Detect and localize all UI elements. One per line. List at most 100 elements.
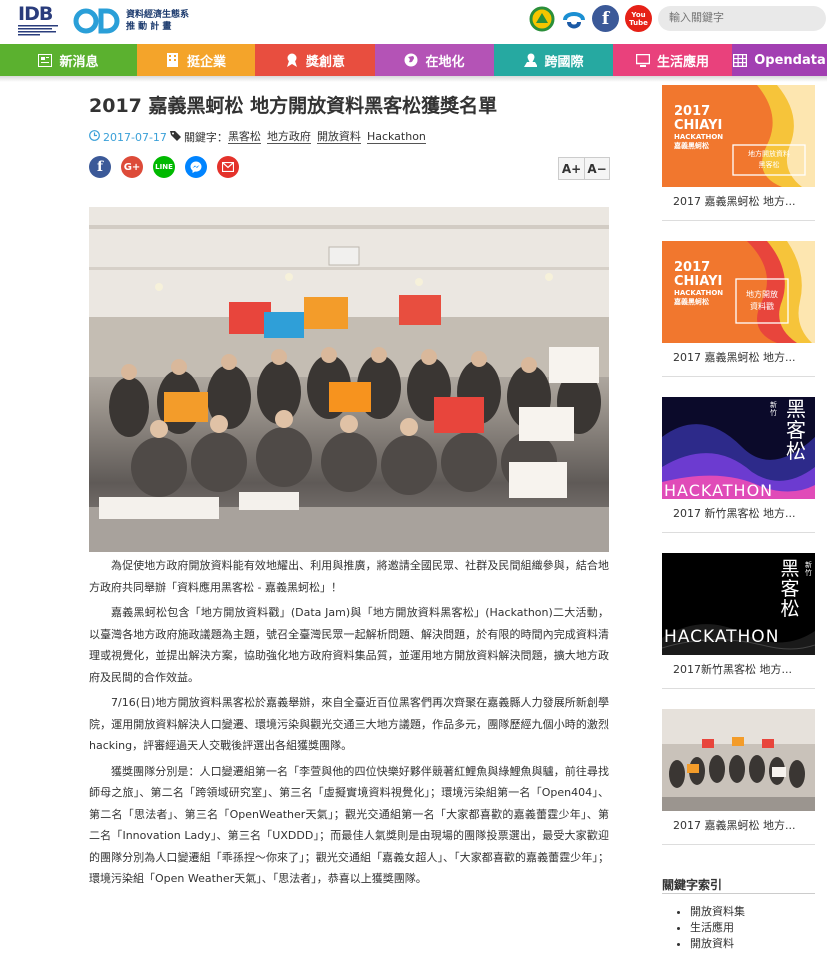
poster-title: 2017 CHIAYI HACKATHON 嘉義黑蚵松 (674, 105, 723, 151)
article-body: 為促使地方政府開放資料能有效地耀出、利用與推廣，將邀請全國民眾、社群及民間組織參… (89, 555, 609, 894)
related-card[interactable]: 2017 嘉義黑蚵松 地方... (662, 709, 815, 845)
nav-item-local[interactable]: 在地化 (375, 44, 494, 76)
nav-label: 挺企業 (186, 54, 226, 70)
nav-label: 在地化 (425, 54, 465, 70)
line-share-icon[interactable]: LINE (153, 156, 175, 178)
messenger-bubble (190, 161, 202, 173)
related-thumbnail: 黑客松 新竹 HACKATHON (662, 397, 815, 499)
poster-city: CHIAYI (674, 118, 723, 133)
poster-big-text: 黑客松 (780, 558, 800, 620)
keyword-index-title: 關鍵字索引 (662, 878, 723, 892)
map-icon (523, 53, 538, 67)
od-program-line-1: 資料經濟生態系 (126, 10, 190, 20)
od-program-line-2: 推 動 計 畫 (126, 22, 172, 32)
article-meta: 2017-07-17 關鍵字： 黑客松 地方政府 開放資料 Hackathon (89, 129, 426, 145)
poster-city: CHIAYI (674, 274, 723, 289)
keyword-index-item[interactable]: 生活應用 (690, 920, 745, 936)
share-bar: f G+ LINE (89, 156, 239, 178)
related-card[interactable]: 黑客松 新竹 HACKATHON 2017新竹黑客松 地方... (662, 553, 815, 689)
nav-item-opendata[interactable]: Opendata (732, 44, 827, 76)
nav-item-news[interactable]: 新消息 (0, 44, 137, 76)
idb-logo-subtext (18, 24, 64, 37)
poster-big-text: 黑客松 (786, 397, 806, 463)
poster-box-line: 黑客松 (758, 161, 780, 169)
related-thumbnail: 2017 CHIAYI HACKATHON 嘉義黑蚵松 地方開放資料 黑客松 (662, 85, 815, 187)
keyword-link[interactable]: Hackathon (366, 130, 426, 144)
article-date: 2017-07-17 (103, 130, 167, 144)
nav-label: 跨國際 (544, 54, 584, 70)
nav-label: Opendata (754, 52, 826, 68)
site-header: IDB 資料經濟生態系 推 動 計 畫 f You Tube (0, 0, 827, 44)
keyword-link[interactable]: 黑客松 (227, 130, 261, 144)
related-card[interactable]: 黑客松 新竹 HACKATHON 2017 新竹黑客松 地方... (662, 397, 815, 533)
grid-icon (733, 53, 748, 67)
poster-title: 2017 CHIAYI HACKATHON 嘉義黑蚵松 (674, 261, 723, 307)
poster-subtitle: 嘉義黑蚵松 (674, 142, 709, 150)
envelope-graphic (222, 162, 234, 172)
related-caption[interactable]: 2017 新竹黑客松 地方... (662, 499, 815, 532)
article-paragraph: 為促使地方政府開放資料能有效地耀出、利用與推廣，將邀請全國民眾、社群及民間組織參… (89, 559, 609, 594)
related-card[interactable]: 2017 CHIAYI HACKATHON 嘉義黑蚵松 地方開放資料 黑客松 2… (662, 85, 815, 221)
poster-box-line: 資料戳 (750, 302, 774, 311)
poster-box-line: 地方開放 (746, 290, 778, 299)
od-logo-mark (73, 8, 120, 34)
nav-item-enterprise[interactable]: 挺企業 (137, 44, 255, 76)
nav-item-international[interactable]: 跨國際 (494, 44, 613, 76)
keyword-index-item[interactable]: 開放資料集 (690, 904, 745, 920)
related-card[interactable]: 2017 CHIAYI HACKATHON 嘉義黑蚵松 地方開放 資料戳 201… (662, 241, 815, 377)
keywords-label: 關鍵字： (183, 131, 228, 144)
poster-event: HACKATHON (674, 133, 724, 141)
mail-share-icon[interactable] (217, 156, 239, 178)
gov-emblem-icon[interactable] (528, 5, 555, 32)
font-increase-button[interactable]: A+ (559, 158, 584, 179)
related-thumbnail: 黑客松 新竹 HACKATHON (662, 553, 815, 655)
idb-logo-fineprint (18, 25, 58, 36)
tag-icon (169, 130, 181, 144)
search-input[interactable] (658, 6, 826, 31)
poster-box-line: 地方開放資料 (748, 150, 790, 158)
poster-word: HACKATHON (664, 481, 774, 499)
ribbon-icon (285, 53, 299, 67)
monitor-icon (635, 53, 650, 67)
poster-box: 地方開放資料 黑客松 (736, 149, 802, 171)
accessibility-graphic (562, 11, 585, 28)
nav-label: 生活應用 (656, 54, 709, 70)
related-thumbnail (662, 709, 815, 811)
article-title: 2017 嘉義黑蚵松 地方開放資料黑客松獲獎名單 (89, 95, 498, 117)
keyword-index-list: 開放資料集 生活應用 開放資料 (690, 904, 745, 952)
idb-logo[interactable]: IDB (18, 5, 64, 38)
google-plus-share-icon[interactable]: G+ (121, 156, 143, 178)
main-nav: 新消息 挺企業 獎創意 在地化 跨國際 生活應用 Opendata (0, 44, 827, 76)
related-caption[interactable]: 2017 嘉義黑蚵松 地方... (662, 187, 815, 220)
font-decrease-button[interactable]: A− (584, 158, 609, 179)
related-caption[interactable]: 2017 嘉義黑蚵松 地方... (662, 343, 815, 376)
messenger-share-icon[interactable] (185, 156, 207, 178)
nav-label: 新消息 (59, 54, 99, 70)
accessibility-icon[interactable] (560, 5, 587, 32)
article-paragraph: 獲獎團隊分別是：人口變遷組第一名「李萱與他的四位快樂好夥伴競著紅鯉魚與綠鯉魚與驢… (89, 764, 609, 886)
article-photo (89, 207, 609, 552)
poster-box: 地方開放 資料戳 (738, 289, 786, 313)
nav-item-creativity[interactable]: 獎創意 (255, 44, 375, 76)
keyword-index-divider (662, 893, 815, 894)
nav-item-life-apps[interactable]: 生活應用 (613, 44, 732, 76)
facebook-icon[interactable]: f (592, 5, 619, 32)
youtube-icon[interactable]: You Tube (625, 5, 652, 32)
keyword-link[interactable]: 地方政府 (266, 130, 311, 144)
keyword-index-item[interactable]: 開放資料 (690, 936, 745, 952)
od-program-name: 資料經濟生態系 推 動 計 畫 (126, 9, 189, 33)
keyword-link[interactable]: 開放資料 (316, 130, 361, 144)
group-photo-illustration (89, 207, 609, 552)
globe-icon (404, 53, 418, 67)
related-caption[interactable]: 2017 嘉義黑蚵松 地方... (662, 811, 815, 844)
idb-logo-text: IDB (18, 3, 53, 25)
nav-label: 獎創意 (305, 54, 345, 70)
open-data-logo[interactable] (72, 6, 122, 36)
youtube-label: You Tube (629, 10, 648, 27)
related-thumbnail: 2017 CHIAYI HACKATHON 嘉義黑蚵松 地方開放 資料戳 (662, 241, 815, 343)
facebook-share-icon[interactable]: f (89, 156, 111, 178)
clock-icon (89, 130, 100, 144)
news-icon (38, 53, 53, 67)
related-caption[interactable]: 2017新竹黑客松 地方... (662, 655, 815, 688)
font-size-controls: A+ A− (558, 157, 610, 180)
